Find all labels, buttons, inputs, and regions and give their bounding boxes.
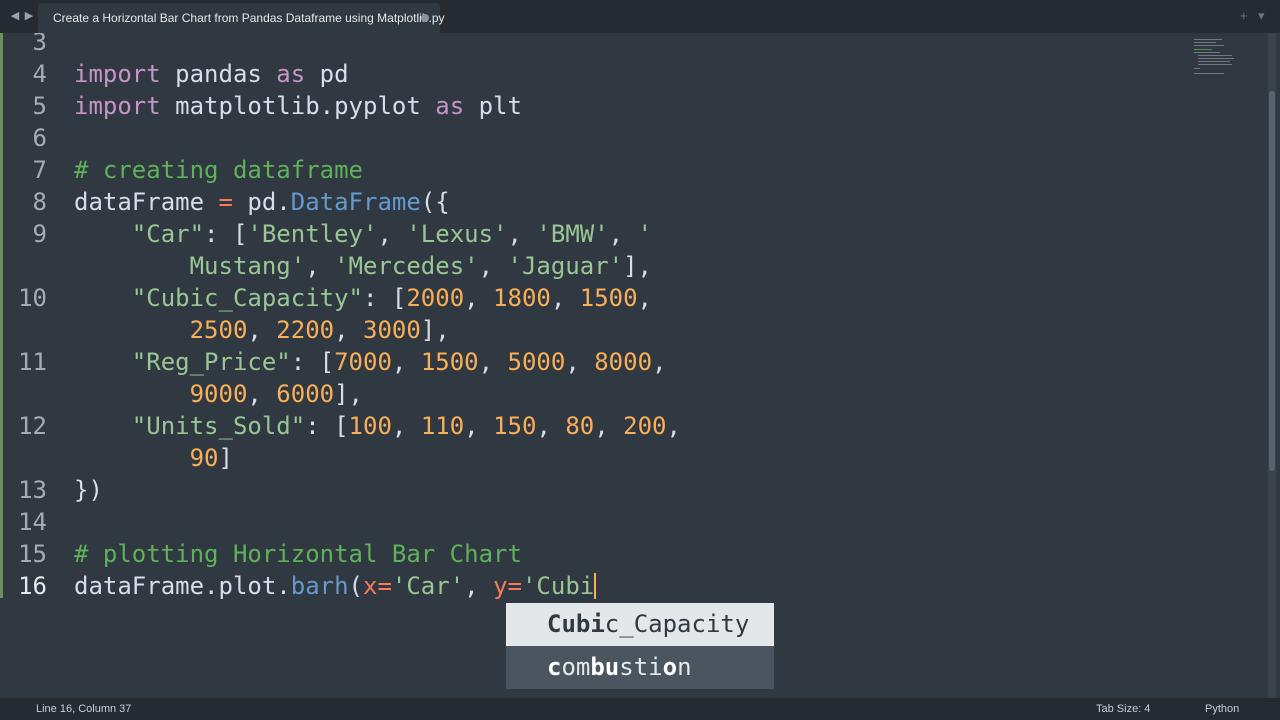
tab-size-selector[interactable]: Tab Size: 4 bbox=[1096, 698, 1150, 720]
tab-bar: ◀ ▶ Create a Horizontal Bar Chart from P… bbox=[0, 0, 1280, 33]
cursor-position: Line 16, Column 37 bbox=[36, 703, 132, 715]
line-number: 13 bbox=[18, 476, 47, 504]
code-editor[interactable]: 3 4 import pandas as pd 5 import matplot… bbox=[0, 33, 1280, 698]
new-tab-icon[interactable]: + bbox=[1240, 6, 1248, 26]
minimap[interactable] bbox=[1192, 37, 1240, 77]
line-number: 9 bbox=[32, 220, 47, 248]
line-number: 16 bbox=[18, 572, 47, 600]
tab-title: Create a Horizontal Bar Chart from Panda… bbox=[53, 11, 445, 25]
line-number: 15 bbox=[18, 540, 47, 568]
line-code: import pandas as pd bbox=[74, 60, 349, 88]
autocomplete-match-text: Cubi bbox=[547, 610, 605, 638]
line-code: # creating dataframe bbox=[74, 156, 363, 184]
autocomplete-rest-text: om bbox=[561, 653, 591, 681]
autocomplete-rest-text: c_Capacity bbox=[604, 610, 750, 638]
back-arrow-icon[interactable]: ◀ bbox=[8, 6, 22, 26]
text-cursor bbox=[594, 573, 597, 599]
line-code: "Car": ['Bentley', 'Lexus', 'BMW', ' bbox=[131, 220, 653, 248]
status-bar: Line 16, Column 37 Tab Size: 4 Python bbox=[0, 698, 1280, 720]
line-number: 6 bbox=[32, 124, 47, 152]
file-tab[interactable]: Create a Horizontal Bar Chart from Panda… bbox=[38, 3, 445, 33]
autocomplete-match-text: o bbox=[662, 653, 678, 681]
line-code: }) bbox=[74, 476, 103, 504]
scrollbar-thumb[interactable] bbox=[1269, 91, 1275, 471]
line-code: dataFrame = pd.DataFrame({ bbox=[74, 188, 450, 216]
line-code: Mustang', 'Mercedes', 'Jaguar'], bbox=[189, 252, 652, 280]
autocomplete-match-text: bu bbox=[590, 653, 620, 681]
line-code: import matplotlib.pyplot as plt bbox=[74, 92, 522, 120]
line-number: 12 bbox=[18, 412, 47, 440]
tab-overflow-icon[interactable]: ▾ bbox=[1258, 6, 1265, 26]
line-code: 9000, 6000], bbox=[189, 380, 363, 408]
line-code: "Cubic_Capacity": [2000, 1800, 1500, bbox=[131, 284, 652, 312]
line-code: "Units_Sold": [100, 110, 150, 80, 200, bbox=[131, 412, 681, 440]
line-code: 2500, 2200, 3000], bbox=[189, 316, 450, 344]
autocomplete-item-cubic-capacity[interactable]: Cubic_Capacity bbox=[506, 603, 774, 646]
line-number: 8 bbox=[32, 188, 47, 216]
line-code: dataFrame.plot.barh(x='Car', y='Cubi bbox=[74, 572, 597, 600]
forward-arrow-icon[interactable]: ▶ bbox=[22, 6, 36, 26]
line-code: # plotting Horizontal Bar Chart bbox=[74, 540, 522, 568]
line-number: 10 bbox=[18, 284, 47, 312]
line-number: 7 bbox=[32, 156, 47, 184]
autocomplete-match-text: c bbox=[547, 653, 562, 681]
syntax-selector[interactable]: Python bbox=[1205, 698, 1239, 720]
autocomplete-rest-text: n bbox=[677, 653, 692, 681]
line-code: "Reg_Price": [7000, 1500, 5000, 8000, bbox=[131, 348, 667, 376]
line-number: 14 bbox=[18, 508, 47, 536]
unsaved-dot-icon[interactable] bbox=[421, 14, 429, 22]
line-number: 3 bbox=[32, 33, 47, 56]
line-number: 11 bbox=[18, 348, 47, 376]
autocomplete-item-combustion[interactable]: combustion bbox=[506, 646, 774, 689]
autocomplete-rest-text: sti bbox=[619, 653, 663, 681]
line-code: 90] bbox=[189, 444, 233, 472]
line-number: 5 bbox=[32, 92, 47, 120]
autocomplete-popup: Cubic_Capacity combustion bbox=[506, 603, 774, 689]
line-number: 4 bbox=[32, 60, 47, 88]
